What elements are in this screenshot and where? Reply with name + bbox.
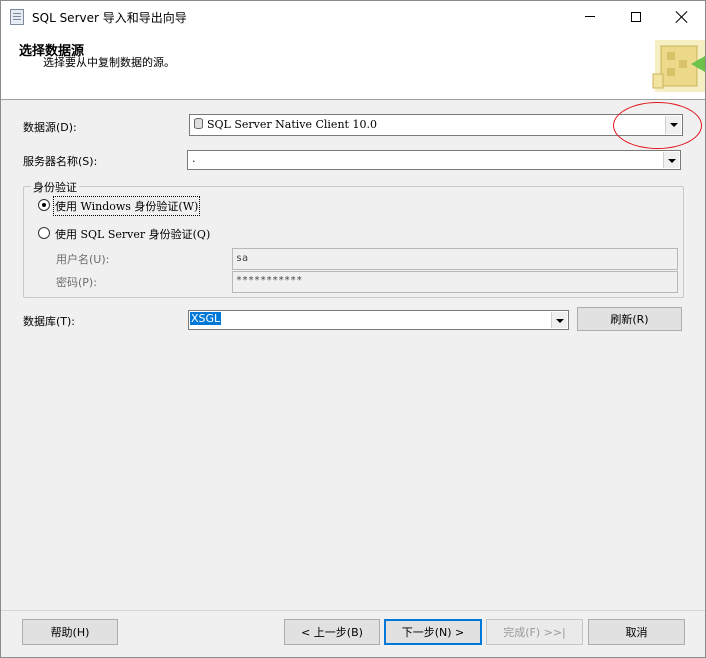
password-value: ***********: [236, 275, 303, 286]
sql-auth-label[interactable]: 使用 SQL Server 身份验证(Q): [55, 226, 210, 242]
datasource-label: 数据源(D):: [23, 121, 77, 134]
maximize-button[interactable]: [613, 1, 659, 32]
database-dropdown-arrow-icon[interactable]: [551, 312, 567, 328]
annotation-circle: [613, 102, 702, 149]
database-value: XSGL: [190, 312, 222, 325]
password-label: 密码(P):: [56, 276, 97, 289]
database-icon: [194, 118, 203, 129]
cancel-button[interactable]: 取消: [588, 619, 685, 645]
close-button[interactable]: [659, 1, 705, 32]
database-label: 数据库(T):: [23, 315, 76, 328]
close-icon: [676, 11, 688, 23]
maximize-icon: [631, 11, 641, 22]
server-dropdown-arrow-icon[interactable]: [663, 152, 679, 168]
database-combobox[interactable]: XSGL: [188, 310, 569, 330]
datasource-value: SQL Server Native Client 10.0: [207, 118, 377, 131]
authentication-group-title: 身份验证: [31, 179, 79, 195]
refresh-button[interactable]: 刷新(R): [577, 307, 682, 331]
page-subtitle: 选择要从中复制数据的源。: [43, 56, 175, 69]
app-icon: [10, 9, 24, 25]
back-button[interactable]: < 上一步(B): [284, 619, 380, 645]
datasource-wizard-graphic-icon: [652, 40, 705, 92]
wizard-header: 选择数据源 选择要从中复制数据的源。: [1, 32, 705, 100]
minimize-icon: [585, 16, 595, 17]
wizard-window: SQL Server 导入和导出向导 选择数据源 选择要从中复制数据的源。 数据…: [0, 0, 706, 658]
windows-auth-label[interactable]: 使用 Windows 身份验证(W): [52, 196, 201, 216]
windows-auth-radio[interactable]: [38, 199, 50, 211]
next-button[interactable]: 下一步(N) >: [384, 619, 482, 645]
server-name-value: .: [192, 152, 196, 165]
server-name-combobox[interactable]: .: [187, 150, 681, 170]
window-title: SQL Server 导入和导出向导: [32, 11, 187, 25]
finish-button[interactable]: 完成(F) >>|: [486, 619, 583, 645]
username-value: sa: [236, 253, 249, 264]
username-field[interactable]: sa: [232, 248, 678, 270]
minimize-button[interactable]: [567, 1, 613, 32]
server-name-label: 服务器名称(S):: [23, 155, 98, 168]
username-label: 用户名(U):: [56, 253, 110, 266]
help-button[interactable]: 帮助(H): [22, 619, 118, 645]
title-bar: SQL Server 导入和导出向导: [1, 1, 705, 32]
password-field[interactable]: ***********: [232, 271, 678, 293]
datasource-combobox[interactable]: SQL Server Native Client 10.0: [189, 114, 683, 136]
sql-auth-radio[interactable]: [38, 227, 50, 239]
footer-separator: [1, 610, 705, 611]
